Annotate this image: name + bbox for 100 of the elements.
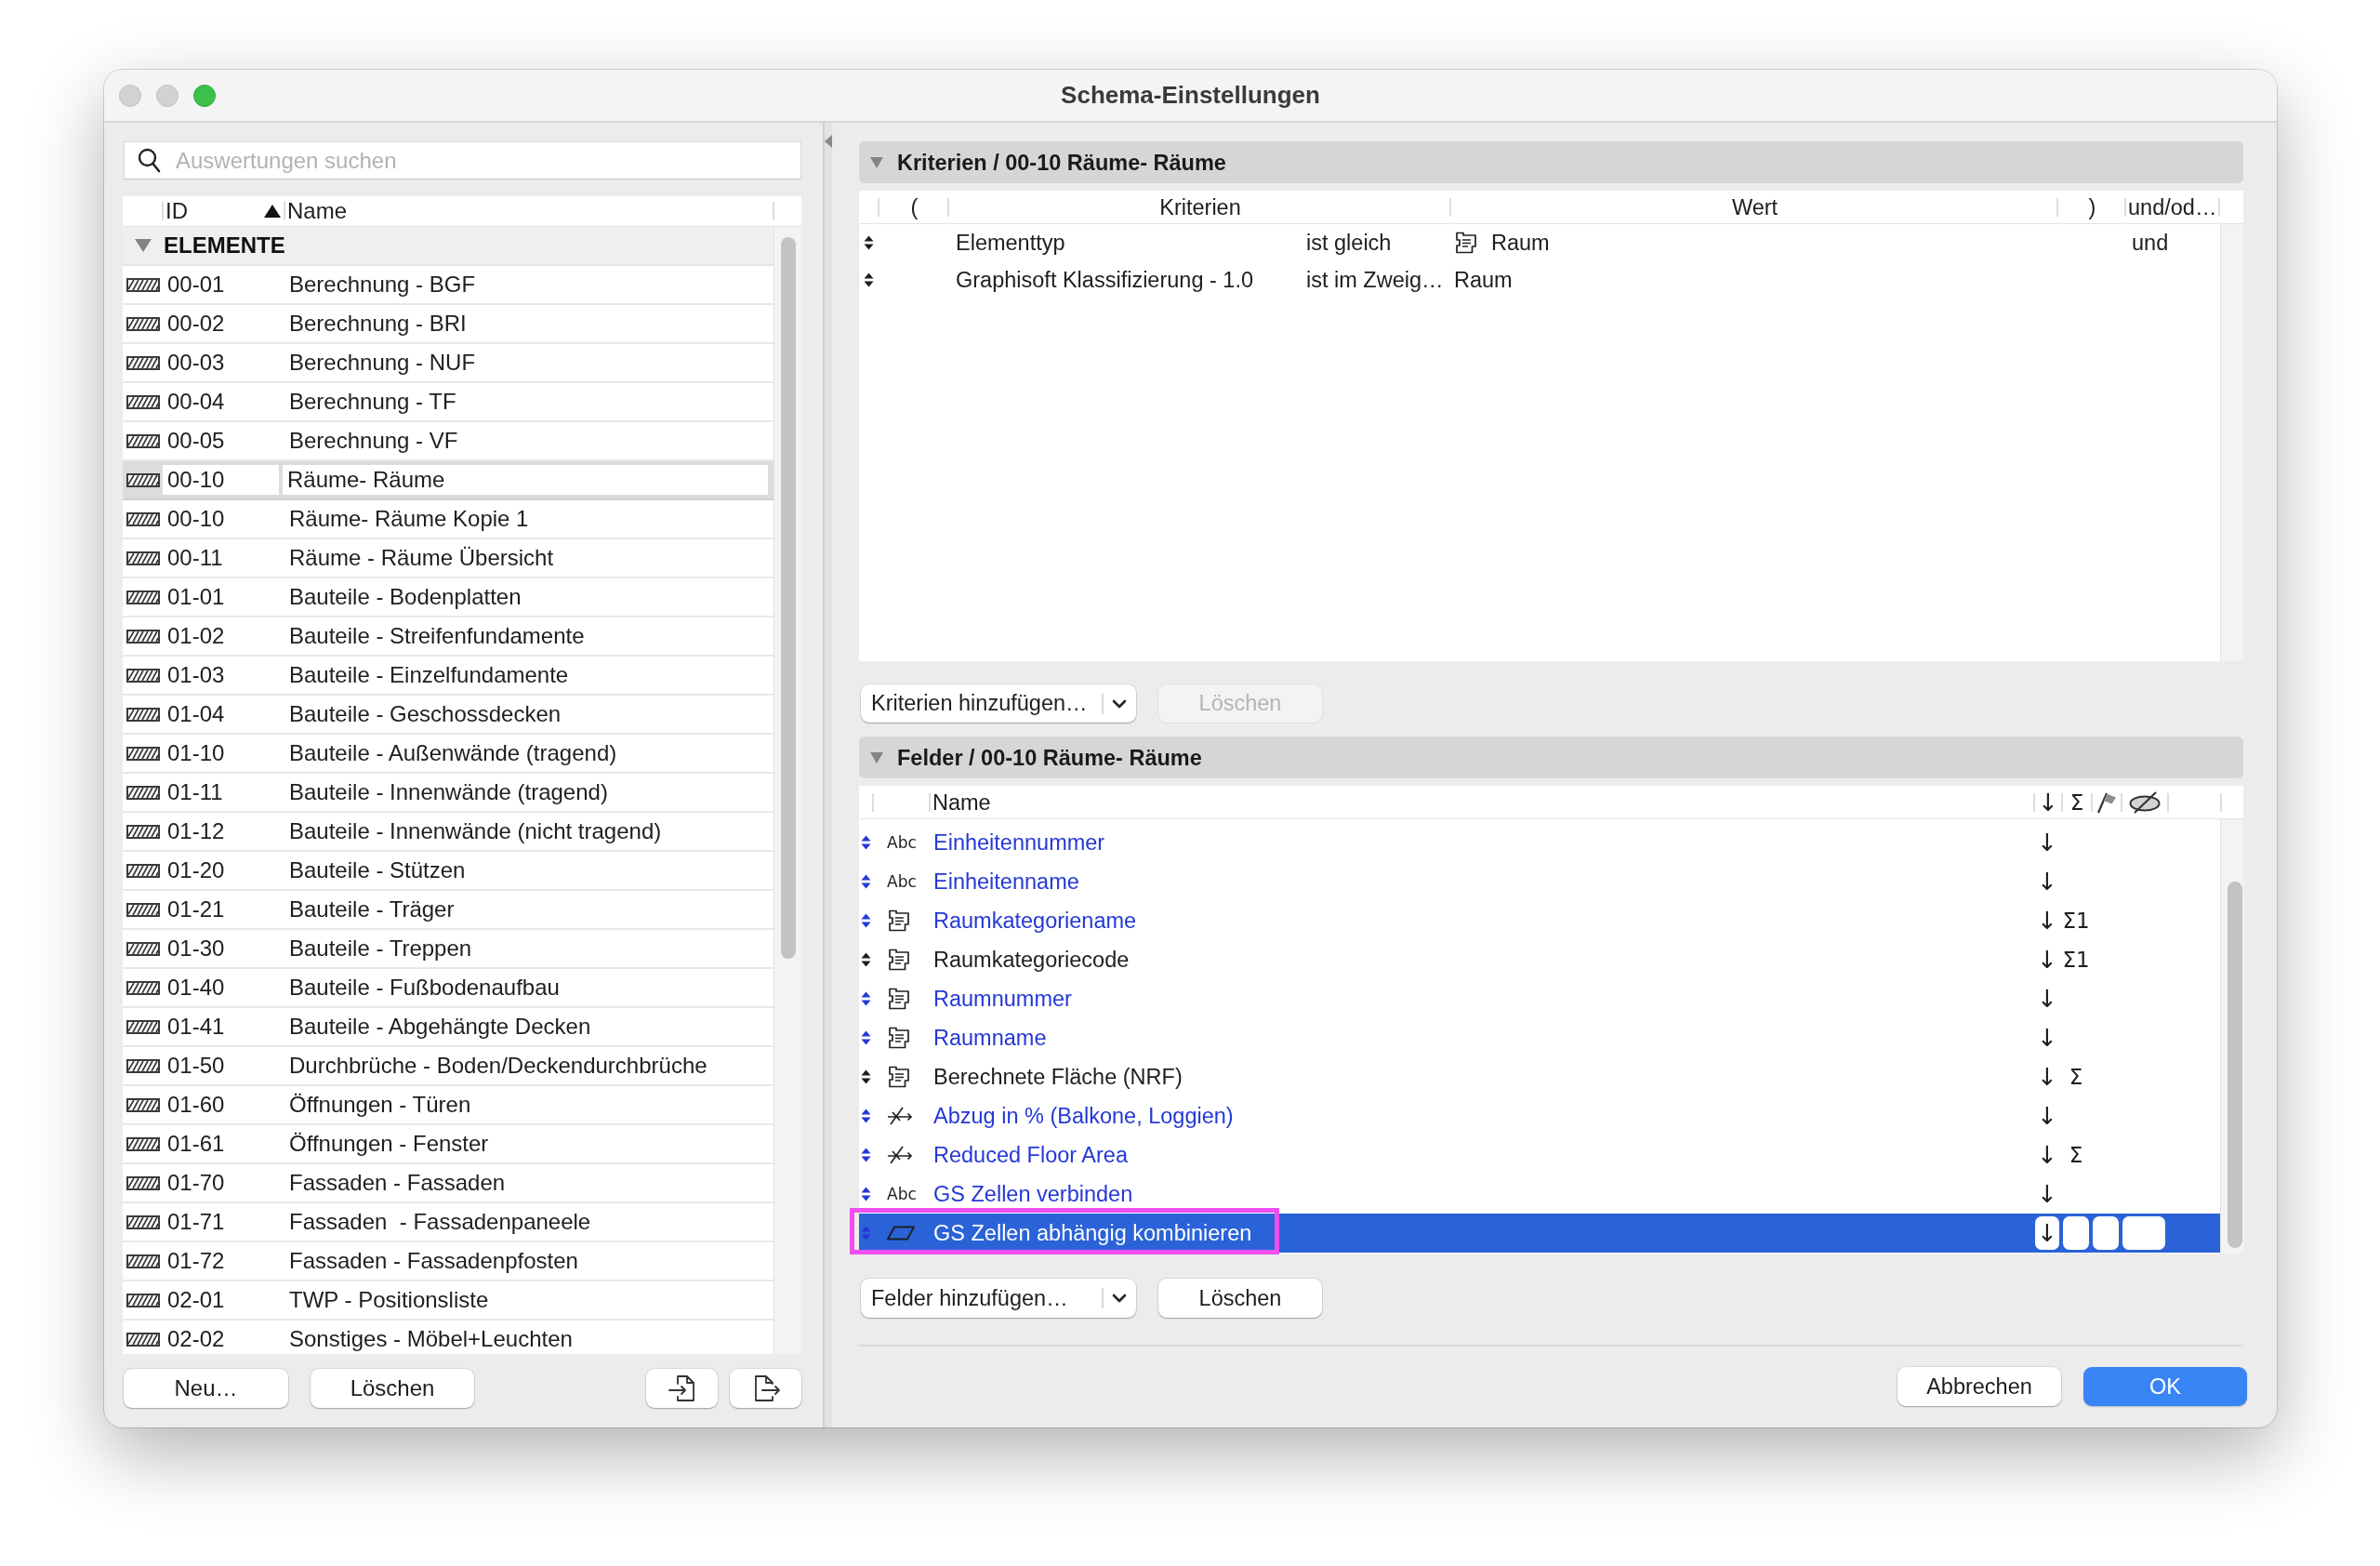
- delete-button[interactable]: Löschen: [311, 1369, 474, 1408]
- import-button[interactable]: [646, 1369, 718, 1408]
- id-text: 00-05: [167, 429, 225, 453]
- reorder-arrows-icon[interactable]: [860, 873, 871, 890]
- field-name-text: Reduced Floor Area: [933, 1143, 1128, 1167]
- name-text: Fassaden - Fassaden: [289, 1171, 506, 1195]
- reorder-arrows-icon[interactable]: [860, 834, 871, 851]
- sort-text: ↓: [2037, 1102, 2057, 1130]
- hatch-pattern-icon: [126, 863, 160, 878]
- name-text: Bauteile - Geschossdecken: [289, 702, 562, 726]
- field-name-text: GS Zellen verbinden: [933, 1182, 1133, 1206]
- add-criteria-dropdown[interactable]: Kriterien hinzufügen…: [861, 684, 1136, 723]
- section-title: Kriterien / 00-10 Räume- Räume: [897, 149, 1226, 176]
- name-text: Räume - Räume Übersicht: [289, 546, 554, 570]
- disclosure-triangle-icon[interactable]: [135, 239, 152, 252]
- id-cell: 00-10: [163, 465, 279, 495]
- id-text: 01-50: [167, 1054, 225, 1078]
- id-text: 00-02: [167, 312, 225, 336]
- field-name-text: Raumkategoriecode: [933, 948, 1130, 972]
- sort-text: ↓: [2037, 1063, 2057, 1091]
- reorder-arrows-icon[interactable]: [860, 912, 871, 929]
- hatch-pattern-icon: [126, 746, 160, 761]
- export-button[interactable]: [730, 1369, 801, 1408]
- id-text: 01-12: [167, 819, 225, 843]
- id-text: 00-01: [167, 272, 225, 297]
- hatch-pattern-icon: [126, 1214, 160, 1229]
- id-text: 02-02: [167, 1327, 225, 1351]
- reorder-arrows-icon[interactable]: [860, 1029, 871, 1046]
- sort-triangle-icon[interactable]: [264, 205, 281, 218]
- collapse-triangle-icon[interactable]: [825, 135, 832, 148]
- sort-cell[interactable]: ↓: [2035, 1216, 2059, 1250]
- disclosure-triangle-icon[interactable]: [870, 156, 883, 168]
- flag-cell[interactable]: [2093, 1216, 2119, 1250]
- name-text: Bauteile - Stützen: [289, 858, 466, 883]
- search-field[interactable]: Auswertungen suchen: [124, 141, 801, 179]
- name-text: Berechnung - TF: [289, 390, 456, 414]
- name-text: Bauteile - Einzelfundamente: [289, 663, 569, 687]
- name-text: Bauteile - Innenwände (nicht tragend): [289, 819, 662, 843]
- hatch-pattern-icon: [126, 902, 160, 917]
- new-button[interactable]: Neu…: [124, 1369, 288, 1408]
- hide-cell[interactable]: [2122, 1216, 2165, 1250]
- disclosure-triangle-icon[interactable]: [870, 751, 883, 763]
- hatch-pattern-icon: [126, 1136, 160, 1151]
- hatch-pattern-icon: [126, 472, 160, 487]
- zoom-button[interactable]: [193, 84, 216, 107]
- hatch-pattern-icon: [126, 1019, 160, 1034]
- id-text: 01-11: [167, 780, 223, 804]
- reorder-arrows-icon[interactable]: [860, 1068, 871, 1085]
- reorder-arrows-icon[interactable]: [860, 951, 871, 968]
- sort-text: ↓: [2037, 1180, 2057, 1208]
- type-label: Abc: [887, 1185, 917, 1203]
- total-text: Σ1: [2062, 947, 2090, 974]
- ok-button[interactable]: OK: [2083, 1367, 2247, 1406]
- hatch-pattern-icon: [126, 1293, 160, 1307]
- type-label: Abc: [887, 833, 917, 852]
- cancel-button[interactable]: Abbrechen: [1897, 1367, 2061, 1406]
- operator-text: ist gleich: [1306, 231, 1392, 255]
- hatch-pattern-icon: [126, 785, 160, 800]
- id-text: 01-71: [167, 1210, 225, 1234]
- column-header: Name: [932, 789, 991, 816]
- column-header: Wert: [1731, 193, 1778, 220]
- hatch-pattern-icon: [126, 551, 160, 565]
- column-header: Σ: [2069, 789, 2084, 816]
- id-text: 01-70: [167, 1171, 225, 1195]
- hatch-pattern-icon: [126, 1254, 160, 1268]
- column-header[interactable]: ID: [165, 198, 188, 224]
- total-text: Σ1: [2062, 908, 2090, 935]
- id-text: 00-03: [167, 351, 225, 375]
- reorder-arrows-icon[interactable]: [863, 234, 874, 251]
- name-text: Berechnung - VF: [289, 429, 458, 453]
- hatch-pattern-icon: [126, 1058, 160, 1073]
- sort-text: ↓: [2037, 907, 2057, 935]
- sort-text: ↓: [2037, 1141, 2057, 1169]
- name-text: Durchbrüche - Boden/Deckendurchbrüche: [289, 1054, 707, 1078]
- criterion-text: Elementtyp: [956, 231, 1065, 255]
- hatch-pattern-icon: [126, 1097, 160, 1112]
- reorder-arrows-icon[interactable]: [860, 1186, 871, 1202]
- reorder-arrows-icon[interactable]: [860, 1108, 871, 1124]
- scrollbar-thumb[interactable]: [781, 237, 796, 959]
- parallelogram-icon: [887, 1226, 915, 1241]
- column-header: ): [2088, 193, 2096, 220]
- add-fields-dropdown[interactable]: Felder hinzufügen…: [861, 1279, 1136, 1318]
- delete-button[interactable]: Löschen: [1158, 1279, 1322, 1318]
- sort-text: ↓: [2037, 985, 2057, 1013]
- sort-text: ↓: [2037, 868, 2057, 896]
- criterion-text: Graphisoft Klassifizierung - 1.0: [956, 268, 1253, 292]
- column-header[interactable]: Name: [287, 198, 348, 224]
- hatch-pattern-icon: [126, 824, 160, 839]
- total-cell[interactable]: [2063, 1216, 2089, 1250]
- schedule-row[interactable]: 00-10 Räume- Räume: [123, 461, 774, 500]
- reorder-arrows-icon[interactable]: [860, 990, 871, 1007]
- hatch-pattern-icon: [126, 277, 160, 292]
- id-text: 01-72: [167, 1249, 225, 1273]
- reorder-arrows-icon[interactable]: [860, 1147, 871, 1163]
- total-text: Σ: [2069, 1064, 2083, 1091]
- hatch-pattern-icon: [126, 355, 160, 370]
- scrollbar-thumb[interactable]: [2228, 882, 2242, 1248]
- id-text: 01-41: [167, 1015, 225, 1039]
- reorder-arrows-icon[interactable]: [863, 272, 874, 288]
- hatch-pattern-icon: [126, 707, 160, 722]
